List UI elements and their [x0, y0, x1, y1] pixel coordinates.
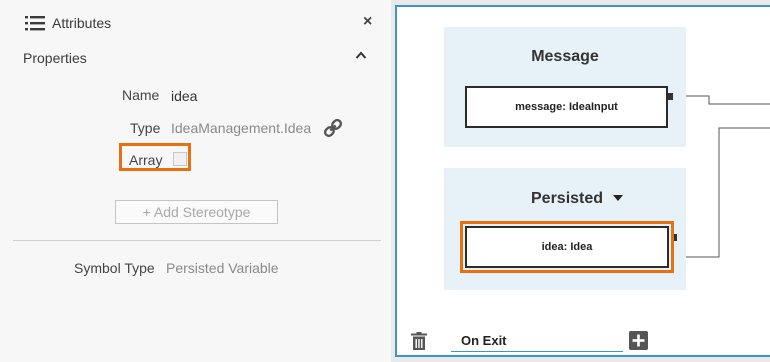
message-node[interactable]: message: IdeaInput — [465, 86, 668, 128]
divider — [13, 240, 381, 241]
symbol-type-label: Symbol Type — [74, 260, 155, 276]
trash-icon[interactable] — [411, 332, 427, 350]
chevron-up-icon[interactable] — [355, 50, 367, 60]
close-icon[interactable]: × — [363, 13, 372, 31]
array-checkbox[interactable] — [173, 152, 187, 166]
attributes-panel: Attributes × Properties Name idea Type I… — [0, 0, 391, 362]
persisted-lane-title: Persisted — [531, 190, 604, 207]
array-label: Array — [129, 152, 163, 168]
event-input[interactable] — [451, 330, 623, 352]
message-lane-title: Message — [531, 48, 599, 65]
add-stereotype-button[interactable]: + Add Stereotype — [115, 200, 278, 224]
idea-node[interactable]: idea: Idea — [465, 226, 669, 268]
symbol-type-value: Persisted Variable — [166, 260, 279, 276]
section-title-properties: Properties — [23, 50, 87, 66]
plus-icon[interactable] — [629, 331, 648, 350]
diagram-canvas[interactable]: Message message: IdeaInput Persisted ide… — [395, 5, 770, 357]
idea-input-port[interactable] — [674, 234, 677, 241]
array-highlight: Array — [119, 143, 191, 171]
message-output-port[interactable] — [668, 93, 673, 100]
panel-title: Attributes — [52, 15, 112, 31]
link-icon[interactable] — [322, 117, 344, 139]
list-icon — [25, 16, 45, 31]
type-label: Type — [130, 120, 161, 136]
name-label: Name — [122, 87, 160, 103]
dropdown-caret-icon[interactable] — [613, 195, 623, 201]
type-field[interactable]: IdeaManagement.Idea — [171, 120, 311, 136]
name-field[interactable]: idea — [171, 88, 197, 104]
